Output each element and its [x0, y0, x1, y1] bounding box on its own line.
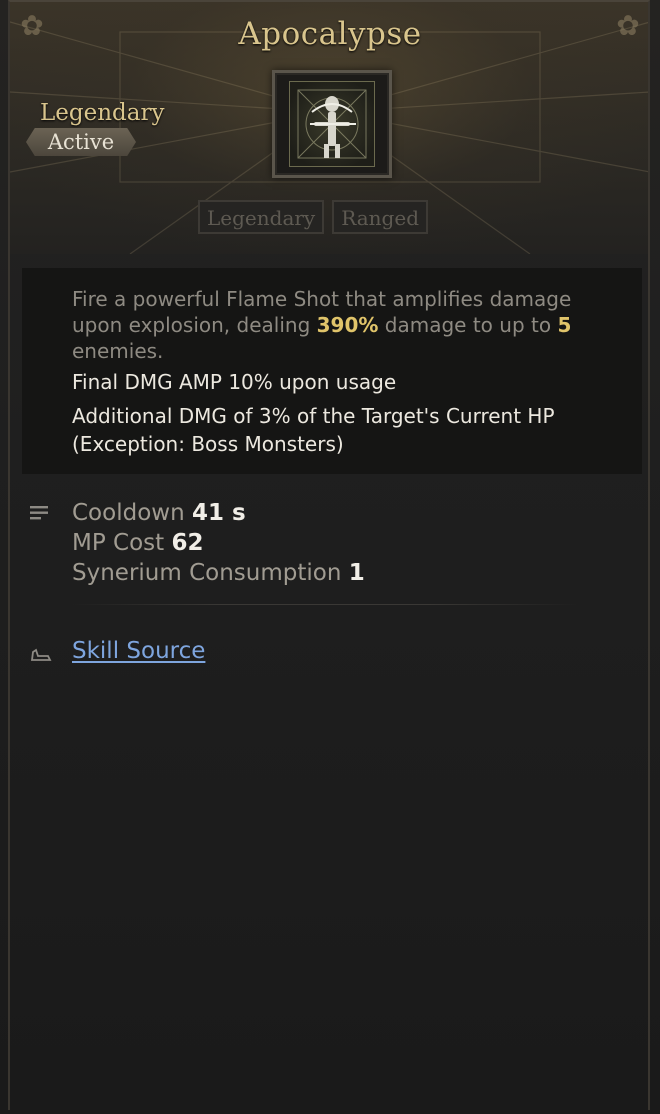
skill-tooltip-panel: ✿ ✿ Apocalypse Legendary Active Legendar… — [0, 0, 660, 1114]
skill-tags: Legendary Ranged — [198, 200, 428, 234]
enemy-count: 5 — [557, 313, 572, 337]
source-icon — [30, 648, 52, 661]
damage-percent: 390% — [316, 313, 379, 337]
stat-cooldown: Cooldown 41 s — [72, 498, 246, 528]
mp-cost-label: MP Cost — [72, 530, 165, 556]
skill-description: Fire a powerful Flame Shot that amplifie… — [72, 286, 612, 364]
skill-description-box: Fire a powerful Flame Shot that amplifie… — [22, 268, 642, 474]
synerium-label: Synerium Consumption — [72, 560, 342, 586]
synerium-value: 1 — [348, 560, 365, 586]
stat-synerium: Synerium Consumption 1 — [72, 558, 365, 588]
section-divider — [70, 604, 580, 605]
skeleton-archer-icon — [289, 81, 375, 167]
skill-grade-label: Legendary — [40, 100, 165, 126]
skill-icon-frame — [272, 70, 392, 178]
tag-ranged: Ranged — [332, 200, 428, 234]
cooldown-label: Cooldown — [72, 500, 185, 526]
mp-cost-value: 62 — [171, 530, 204, 556]
cooldown-value: 41 s — [191, 500, 246, 526]
skill-source-link[interactable]: Skill Source — [72, 638, 205, 664]
list-icon — [30, 506, 48, 520]
skill-type-badge: Active — [26, 128, 136, 156]
skill-title: Apocalypse — [238, 16, 422, 52]
skill-effect-2: Additional DMG of 3% of the Target's Cur… — [72, 404, 555, 456]
stat-mp-cost: MP Cost 62 — [72, 528, 204, 558]
tag-legendary: Legendary — [198, 200, 325, 234]
description-text-2: damage to up to — [378, 313, 558, 337]
skill-effect-1: Final DMG AMP 10% upon usage — [72, 370, 397, 394]
description-text-3: enemies. — [72, 339, 164, 363]
